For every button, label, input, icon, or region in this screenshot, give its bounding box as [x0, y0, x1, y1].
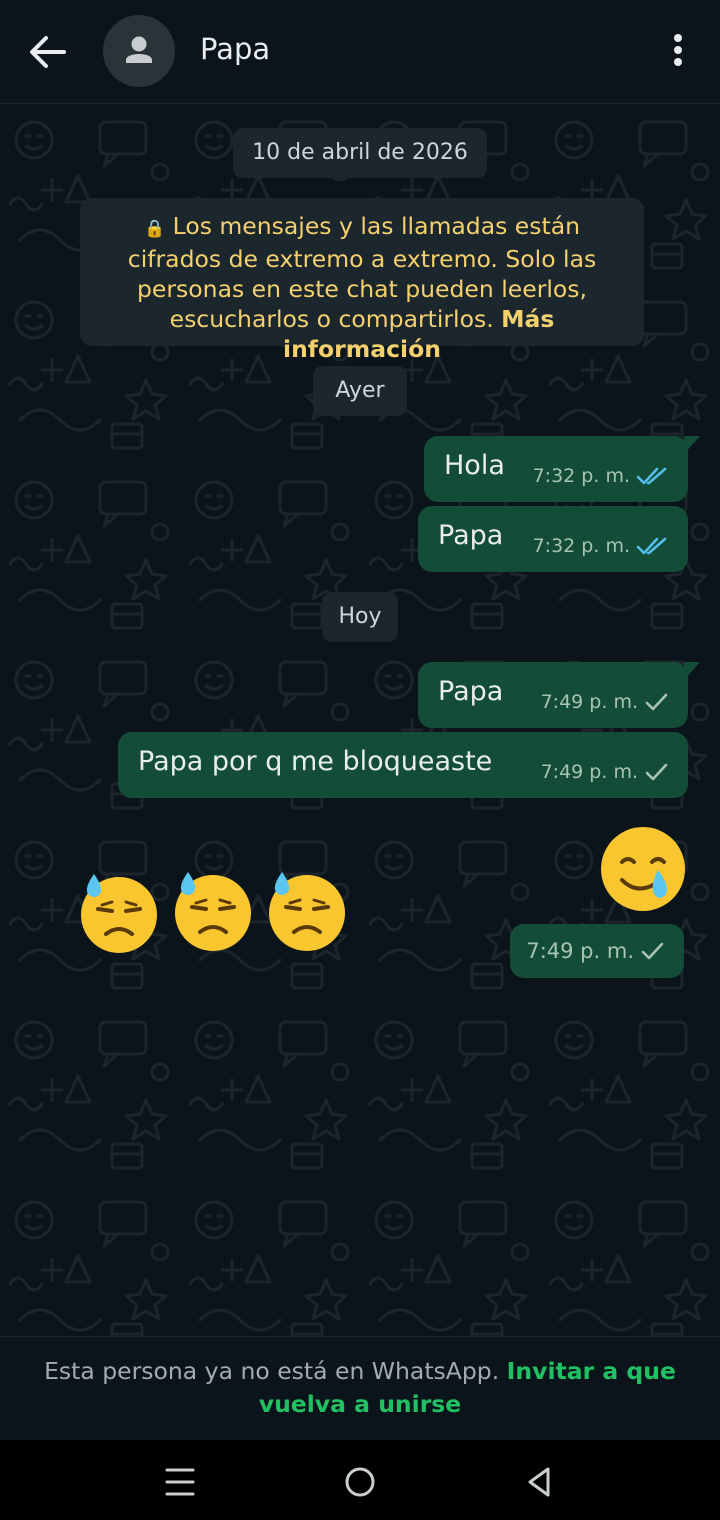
date-chip-yesterday: Ayer — [313, 366, 407, 416]
message-text: Papa por q me bloqueaste — [138, 746, 493, 777]
message-meta: 7:49 p. m. — [541, 761, 668, 783]
message-time: 7:32 p. m. — [532, 535, 630, 557]
message-text: Papa — [438, 520, 504, 551]
chat-area[interactable]: 10 de abril de 2026 🔒 Los mensajes y las… — [0, 104, 720, 1336]
message-meta: 7:32 p. m. — [533, 535, 668, 557]
chat-footer: Esta persona ya no está en WhatsApp. Inv… — [0, 1336, 720, 1440]
footer-text: Esta persona ya no está en WhatsApp. — [44, 1357, 500, 1385]
encryption-notice[interactable]: 🔒 Los mensajes y las llamadas están cifr… — [80, 198, 644, 363]
message-meta: 7:49 p. m. — [541, 691, 668, 713]
single-check-icon — [641, 942, 664, 960]
chat-screen: Papa 10 de abril de 2026 🔒 Los mensajes … — [0, 0, 720, 1520]
downcast-face-with-sweat-emoji — [175, 872, 251, 951]
message-text: Papa — [438, 676, 504, 707]
more-vertical-icon — [674, 34, 682, 66]
date-chip-first: 10 de abril de 2026 — [233, 128, 487, 178]
bubble-tail — [684, 436, 700, 454]
arrow-left-icon — [30, 36, 66, 68]
double-check-read-icon — [636, 467, 667, 485]
avatar[interactable] — [103, 15, 175, 87]
recents-icon — [165, 1468, 195, 1496]
emoji-message-meta-bubble[interactable]: 7:49 p. m. — [510, 924, 684, 978]
message-time: 7:49 p. m. — [540, 691, 638, 713]
downcast-face-with-sweat-emoji — [81, 874, 157, 953]
footer-notice: Esta persona ya no está en WhatsApp. Inv… — [30, 1355, 690, 1421]
single-check-icon — [645, 693, 668, 711]
message-bubble[interactable]: Papa por q me bloqueaste 7:49 p. m. — [118, 732, 688, 798]
home-icon — [345, 1467, 375, 1497]
message-bubble[interactable]: Papa 7:32 p. m. — [418, 506, 688, 572]
lock-icon: 🔒 — [143, 219, 166, 239]
message-meta: 7:32 p. m. — [533, 465, 668, 487]
back-triangle-icon — [528, 1467, 550, 1497]
double-check-read-icon — [636, 537, 667, 555]
person-icon — [126, 36, 152, 63]
single-check-icon — [645, 763, 668, 781]
message-time: 7:49 p. m. — [526, 939, 634, 963]
recents-button[interactable] — [158, 1460, 202, 1504]
message-bubble[interactable]: Hola 7:32 p. m. — [424, 436, 700, 502]
smiling-face-with-tear-emoji — [601, 827, 685, 911]
date-chip-today: Hoy — [322, 592, 398, 642]
message-meta: 7:49 p. m. — [526, 939, 664, 963]
chat-header: Papa — [0, 0, 720, 104]
downcast-face-with-sweat-emoji — [269, 872, 345, 951]
system-navbar — [0, 1440, 720, 1520]
nav-back-button[interactable] — [518, 1460, 562, 1504]
contact-name[interactable]: Papa — [200, 32, 270, 66]
more-options-button[interactable] — [662, 30, 694, 74]
bubble-tail — [684, 662, 700, 680]
message-bubble[interactable]: Papa 7:49 p. m. — [418, 662, 700, 728]
back-button[interactable] — [26, 30, 70, 74]
message-time: 7:32 p. m. — [532, 465, 630, 487]
message-time: 7:49 p. m. — [540, 761, 638, 783]
home-button[interactable] — [338, 1460, 382, 1504]
message-text: Hola — [444, 450, 505, 481]
